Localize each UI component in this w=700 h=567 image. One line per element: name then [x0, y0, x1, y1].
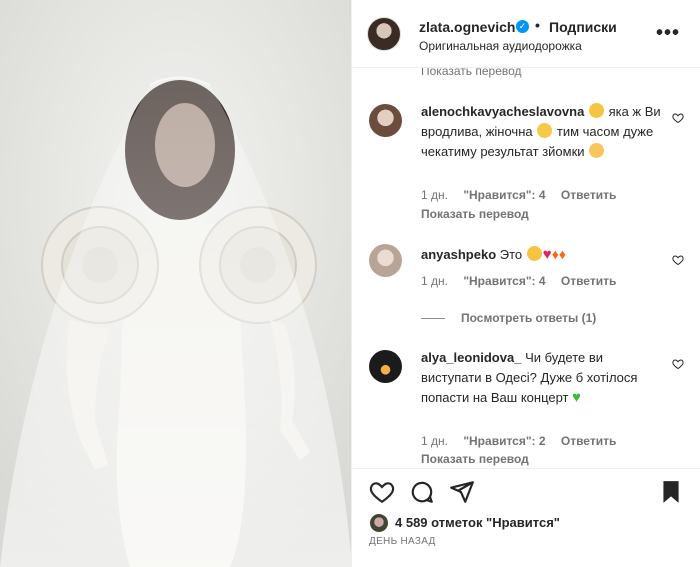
- post-photo[interactable]: [0, 0, 352, 567]
- fire-emoji-icon: ♦: [558, 246, 567, 262]
- show-translation-link[interactable]: Показать перевод: [421, 68, 522, 78]
- verified-badge-icon: ✓: [516, 20, 529, 33]
- view-replies-label[interactable]: Посмотреть ответы (1): [461, 311, 596, 325]
- show-translation-link[interactable]: Показать перевод: [421, 207, 529, 221]
- commenter-avatar[interactable]: [369, 104, 402, 137]
- replies-divider-line: [421, 318, 445, 320]
- commenter-avatar[interactable]: [369, 244, 402, 277]
- post-date[interactable]: ДЕНЬ НАЗАД: [369, 536, 436, 547]
- happy-tears-emoji-icon: [537, 123, 553, 138]
- comment-time: 1 дн.: [421, 434, 448, 448]
- commenter-username[interactable]: anyashpeko: [421, 247, 496, 262]
- view-replies-link[interactable]: Посмотреть ответы (1): [421, 311, 596, 325]
- star-struck-emoji-icon: [526, 246, 542, 261]
- comment-likes[interactable]: "Нравится": 4: [463, 274, 545, 288]
- like-comment-heart-icon[interactable]: [672, 254, 684, 266]
- ok-hand-emoji-icon: [589, 143, 605, 158]
- reply-button[interactable]: Ответить: [561, 434, 616, 448]
- comments-list[interactable]: Показать перевод alenochkavyacheslavovna…: [353, 68, 700, 468]
- reply-button[interactable]: Ответить: [561, 274, 616, 288]
- more-options-icon[interactable]: •••: [656, 22, 680, 45]
- fire-emoji-icon: ♦: [551, 246, 559, 262]
- red-heart-emoji-icon: ♥: [542, 246, 552, 263]
- audio-link[interactable]: Оригинальная аудиодорожка: [419, 39, 582, 53]
- like-comment-heart-icon[interactable]: [672, 358, 684, 370]
- share-icon[interactable]: [449, 479, 475, 505]
- like-comment-heart-icon[interactable]: [672, 112, 684, 124]
- comment-likes[interactable]: "Нравится": 2: [463, 434, 545, 448]
- star-struck-emoji-icon: [588, 103, 604, 118]
- post-actions: 4 589 отметок "Нравится" ДЕНЬ НАЗАД: [353, 468, 700, 567]
- comment-text: Это: [499, 247, 523, 262]
- commenter-username[interactable]: alenochkavyacheslavovna: [421, 104, 584, 119]
- separator-dot: •: [535, 17, 540, 33]
- comment-time: 1 дн.: [421, 188, 448, 202]
- following-button[interactable]: Подписки: [549, 19, 617, 35]
- instagram-post: zlata.ognevich ✓ • Подписки Оригинальная…: [0, 0, 700, 567]
- likes-count[interactable]: 4 589 отметок "Нравится": [395, 515, 560, 530]
- show-translation-link[interactable]: Показать перевод: [421, 452, 529, 466]
- green-heart-emoji-icon: ♥: [572, 389, 582, 406]
- reply-button[interactable]: Ответить: [561, 188, 616, 202]
- author-avatar[interactable]: [367, 17, 401, 51]
- comment-likes[interactable]: "Нравится": 4: [463, 188, 545, 202]
- liker-avatar: [369, 513, 389, 533]
- post-header: zlata.ognevich ✓ • Подписки Оригинальная…: [353, 0, 700, 68]
- heart-icon[interactable]: [369, 479, 395, 505]
- comment-time: 1 дн.: [421, 274, 448, 288]
- author-username[interactable]: zlata.ognevich: [419, 19, 515, 35]
- veiled-woman-image: [0, 0, 351, 567]
- commenter-username[interactable]: alya_leonidova_: [421, 350, 521, 365]
- commenter-avatar[interactable]: [369, 350, 402, 383]
- post-details-panel: zlata.ognevich ✓ • Подписки Оригинальная…: [353, 0, 700, 567]
- bookmark-icon[interactable]: [658, 479, 684, 505]
- comment-icon[interactable]: [409, 479, 435, 505]
